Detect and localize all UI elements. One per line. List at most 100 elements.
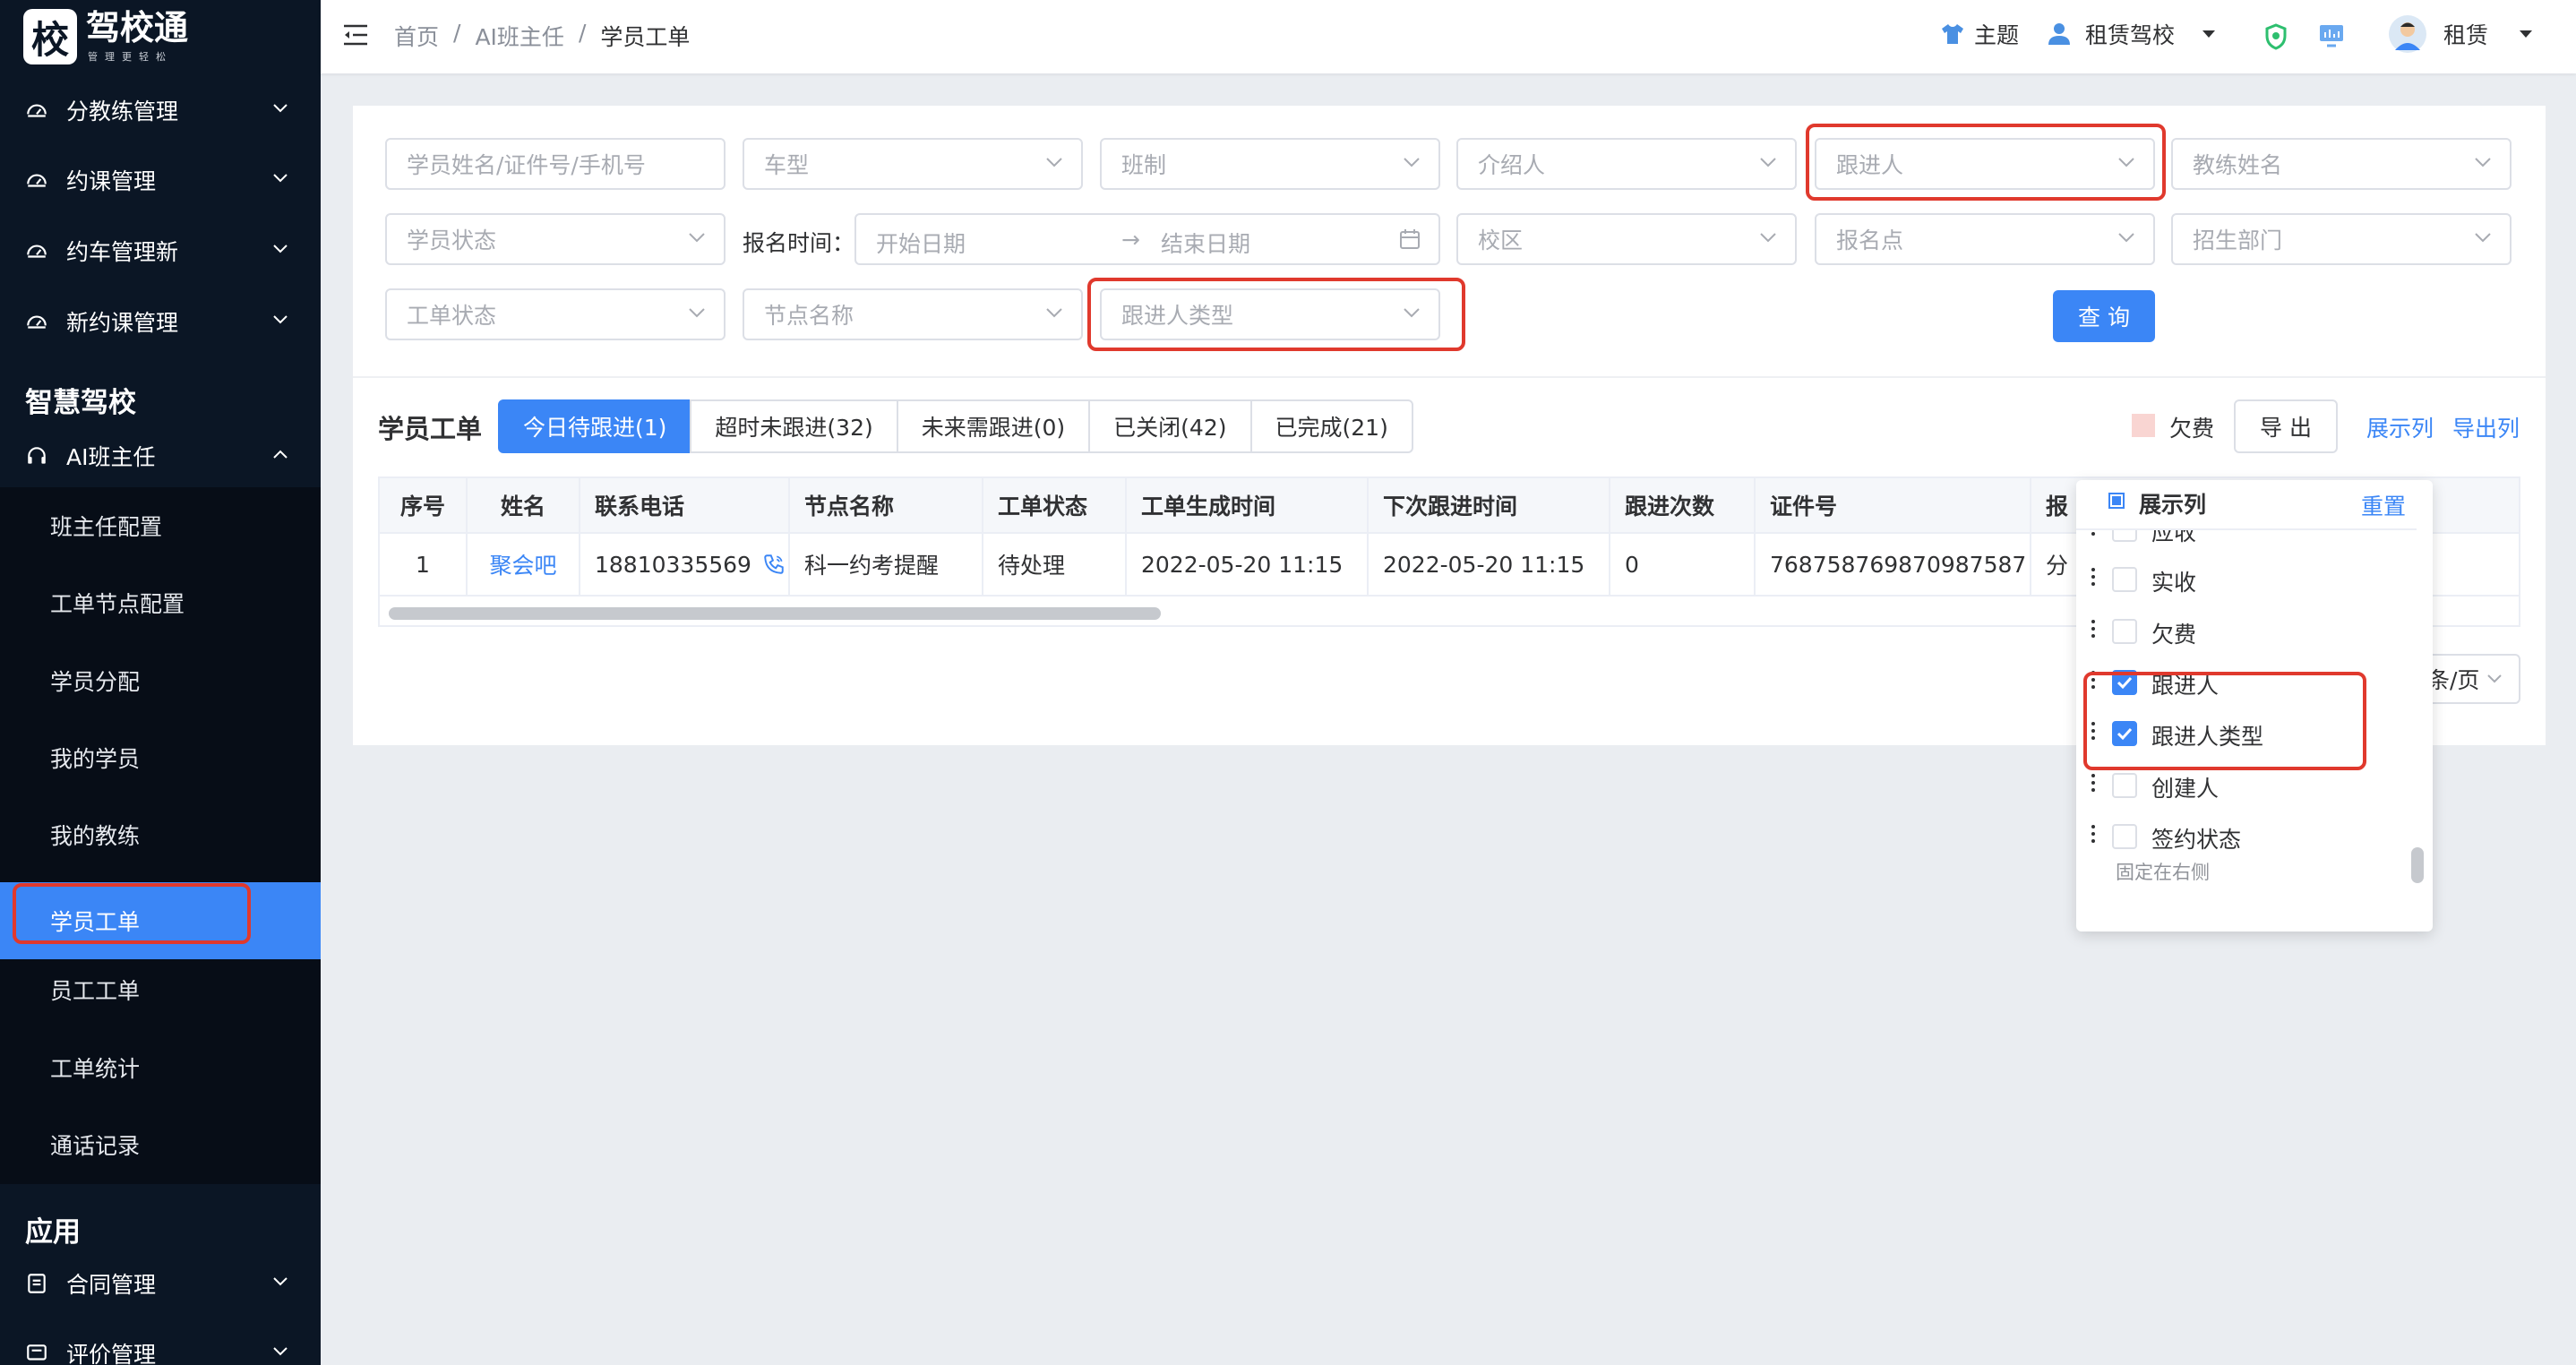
- column-option[interactable]: 签约状态: [2076, 811, 2417, 861]
- drag-handle-icon[interactable]: [2091, 823, 2096, 845]
- signup-point-select[interactable]: 报名点: [1815, 213, 2155, 265]
- recruit-dept-select[interactable]: 招生部门: [2171, 213, 2512, 265]
- sidebar: 校 驾校通 管理更轻松 分教练管理 约课管理 约车管理新 新约课管理 智慧驾校 …: [0, 0, 321, 1365]
- column-checkbox[interactable]: [2112, 824, 2137, 849]
- dashboard-icon: [25, 310, 48, 333]
- column-option[interactable]: 欠费: [2076, 605, 2417, 656]
- show-columns-link[interactable]: 展示列: [2366, 411, 2434, 443]
- column-header[interactable]: 下次跟进时间: [1369, 478, 1610, 532]
- class-type-select[interactable]: 班制: [1100, 138, 1440, 190]
- drag-handle-icon[interactable]: [2091, 720, 2096, 742]
- sidebar-item-node-config[interactable]: 工单节点配置: [0, 564, 321, 641]
- column-settings-popup: 展示列 重置 应收 实收 欠费 跟进人 跟进人类型 创建人 签约状态 固定在右侧: [2076, 480, 2433, 931]
- column-checkbox[interactable]: [2112, 530, 2137, 542]
- column-option[interactable]: 跟进人: [2076, 657, 2417, 707]
- student-status-select[interactable]: 学员状态: [385, 213, 726, 265]
- column-header[interactable]: 证件号: [1756, 478, 2031, 532]
- export-columns-link[interactable]: 导出列: [2452, 411, 2520, 443]
- drag-handle-icon[interactable]: [2091, 566, 2096, 588]
- coach-name-select[interactable]: 教练姓名: [2171, 138, 2512, 190]
- follower-type-select[interactable]: 跟进人类型: [1100, 288, 1440, 340]
- sidebar-group-new-lesson[interactable]: 新约课管理: [0, 287, 321, 356]
- sidebar-group-car[interactable]: 约车管理新: [0, 216, 321, 286]
- theme-button[interactable]: 主题: [1940, 18, 2019, 50]
- follower-select[interactable]: 跟进人: [1815, 138, 2155, 190]
- scrollbar-thumb[interactable]: [389, 607, 1161, 620]
- tab-overdue[interactable]: 超时未跟进(32): [690, 399, 898, 453]
- search-input[interactable]: 学员姓名/证件号/手机号: [385, 138, 726, 190]
- theme-label: 主题: [1974, 22, 2020, 48]
- sidebar-item-call-records[interactable]: 通话记录: [0, 1106, 321, 1183]
- sidebar-item-assign[interactable]: 学员分配: [0, 642, 321, 719]
- column-option[interactable]: 实收: [2076, 554, 2417, 604]
- column-checkbox[interactable]: [2112, 773, 2137, 798]
- select-all-checkbox[interactable]: [2108, 493, 2125, 509]
- school-switcher[interactable]: 租赁驾校: [2046, 18, 2216, 50]
- drag-handle-icon[interactable]: [2091, 772, 2096, 794]
- column-header[interactable]: 序号: [380, 478, 468, 532]
- sidebar-group-review[interactable]: 评价管理: [0, 1318, 321, 1365]
- export-button[interactable]: 导 出: [2234, 399, 2338, 453]
- chevron-down-icon: [688, 232, 706, 245]
- popup-scrollbar[interactable]: [2406, 530, 2433, 931]
- date-start-placeholder: 开始日期: [876, 231, 966, 257]
- tab-completed[interactable]: 已完成(21): [1249, 399, 1413, 453]
- phone-icon[interactable]: [762, 553, 786, 576]
- node-name-select[interactable]: 节点名称: [743, 288, 1083, 340]
- column-header[interactable]: 工单生成时间: [1127, 478, 1369, 532]
- cell-status: 待处理: [983, 534, 1127, 595]
- reset-link[interactable]: 重置: [2361, 489, 2406, 521]
- sidebar-group-ai-head[interactable]: AI班主任: [0, 421, 321, 491]
- chevron-down-icon: [2474, 157, 2492, 169]
- breadcrumb-home[interactable]: 首页: [394, 20, 439, 52]
- tab-closed[interactable]: 已关闭(42): [1088, 399, 1252, 453]
- drag-handle-icon[interactable]: [2091, 669, 2096, 691]
- sidebar-group-contract[interactable]: 合同管理: [0, 1249, 321, 1318]
- sidebar-group-coach[interactable]: 分教练管理: [0, 75, 321, 145]
- sidebar-item-my-coaches[interactable]: 我的教练: [0, 796, 321, 873]
- sidebar-item-staff-orders[interactable]: 员工工单: [0, 951, 321, 1028]
- cell-node: 科一约考提醒: [790, 534, 983, 595]
- user-menu[interactable]: 租赁: [2388, 14, 2533, 54]
- placeholder-text: 工单状态: [407, 303, 497, 329]
- sidebar-item-order-stats[interactable]: 工单统计: [0, 1029, 321, 1106]
- column-checkbox-checked[interactable]: [2112, 721, 2137, 746]
- tab-future[interactable]: 未来需跟进(0): [896, 399, 1091, 453]
- user-name: 租赁: [2443, 22, 2489, 48]
- column-checkbox[interactable]: [2112, 567, 2137, 592]
- chevron-up-icon: [272, 449, 288, 459]
- car-type-select[interactable]: 车型: [743, 138, 1083, 190]
- column-option[interactable]: 应收: [2076, 530, 2417, 554]
- tab-today[interactable]: 今日待跟进(1): [498, 399, 692, 453]
- menu-fold-icon[interactable]: [342, 23, 369, 47]
- date-range-picker[interactable]: 开始日期 → 结束日期: [854, 213, 1440, 265]
- column-header[interactable]: 联系电话: [580, 478, 790, 532]
- campus-select[interactable]: 校区: [1456, 213, 1797, 265]
- sidebar-group-lesson[interactable]: 约课管理: [0, 145, 321, 215]
- chevron-down-icon: [272, 1276, 288, 1287]
- column-header[interactable]: 姓名: [468, 478, 580, 532]
- logo[interactable]: 校 驾校通 管理更轻松: [23, 9, 188, 64]
- sidebar-item-my-students[interactable]: 我的学员: [0, 719, 321, 796]
- cell-id: 768758769870987587: [1756, 534, 2031, 595]
- sidebar-item-student-orders[interactable]: 学员工单: [0, 882, 321, 959]
- column-header[interactable]: 工单状态: [983, 478, 1127, 532]
- column-checkbox[interactable]: [2112, 619, 2137, 644]
- column-option[interactable]: 创建人: [2076, 760, 2417, 810]
- drag-handle-icon[interactable]: [2091, 530, 2096, 537]
- column-option[interactable]: 跟进人类型: [2076, 708, 2417, 758]
- popup-scrollbar-thumb[interactable]: [2411, 847, 2424, 883]
- column-header[interactable]: 跟进次数: [1610, 478, 1756, 532]
- column-checkbox-checked[interactable]: [2112, 670, 2137, 695]
- cell-name-link[interactable]: 聚会吧: [468, 534, 580, 595]
- referrer-select[interactable]: 介绍人: [1456, 138, 1797, 190]
- monitor-chart-icon[interactable]: [2318, 23, 2345, 48]
- query-button[interactable]: 查 询: [2053, 290, 2155, 342]
- breadcrumb-ai[interactable]: AI班主任: [475, 20, 563, 52]
- column-header[interactable]: 节点名称: [790, 478, 983, 532]
- logo-icon: 校: [23, 9, 77, 64]
- shield-icon[interactable]: [2264, 23, 2288, 50]
- sidebar-item-config[interactable]: 班主任配置: [0, 487, 321, 564]
- drag-handle-icon[interactable]: [2091, 618, 2096, 640]
- order-status-select[interactable]: 工单状态: [385, 288, 726, 340]
